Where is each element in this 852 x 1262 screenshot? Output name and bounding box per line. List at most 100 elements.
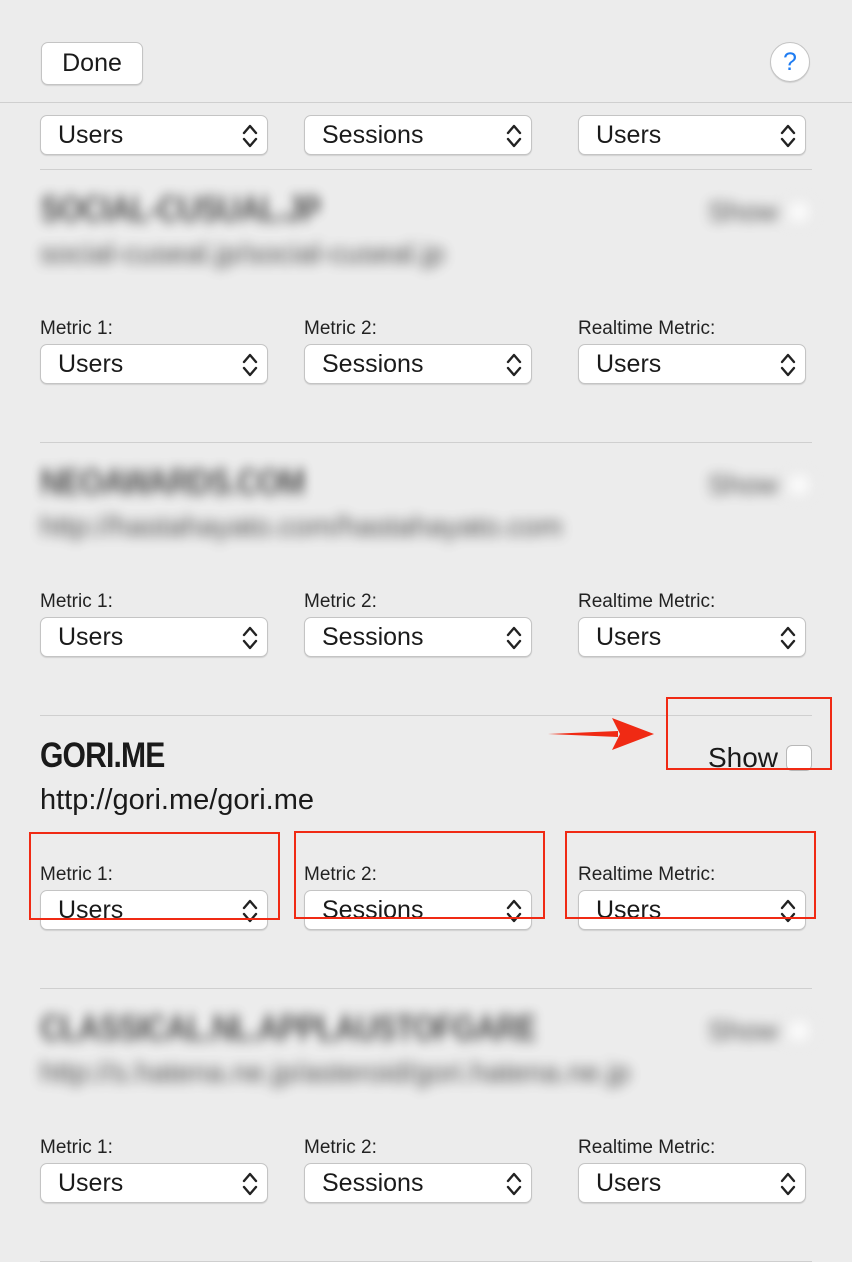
show-toggle[interactable]: Show [708, 196, 812, 228]
metric2-select[interactable]: Sessions [304, 617, 532, 657]
realtime-label: Realtime Metric: [578, 1137, 716, 1158]
help-button[interactable]: ? [770, 42, 810, 82]
chevron-updown-icon [242, 626, 258, 650]
metric1-value: Users [58, 896, 124, 924]
site-list: Users Sessions Users SOCIAL-CUSUAL.JP so… [0, 103, 852, 1262]
metric1-select[interactable]: Users [40, 890, 268, 930]
show-checkbox[interactable] [786, 745, 812, 771]
show-label: Show [707, 742, 778, 773]
metric1-label: Metric 1: [40, 1137, 113, 1158]
metric1-label: Metric 1: [40, 591, 113, 612]
site-header: SOCIAL-CUSUAL.JP social-cuseal.jp/social… [0, 190, 852, 316]
sites-container: SOCIAL-CUSUAL.JP social-cuseal.jp/social… [0, 190, 852, 1262]
site-section: NEOAWARDS.COM http://hastahayato.com/has… [0, 463, 852, 716]
chevron-updown-icon [506, 626, 522, 650]
realtime-label: Realtime Metric: [578, 318, 716, 339]
show-checkbox[interactable] [786, 472, 812, 498]
realtime-select[interactable]: Users [578, 115, 806, 155]
show-label: Show [707, 1015, 778, 1046]
site-section: GORI.ME http://gori.me/gori.me Show Metr… [0, 736, 852, 989]
site-header: CLASSICAL.NL.APPLAUSTOFGARE http://s.hat… [0, 1009, 852, 1135]
chevron-updown-icon [242, 899, 258, 923]
metric1-select[interactable]: Users [40, 344, 268, 384]
site-name: SOCIAL-CUSUAL.JP [40, 190, 321, 229]
realtime-group: Realtime Metric: Users [578, 862, 806, 930]
metric2-group: Sessions [304, 113, 532, 155]
chevron-updown-icon [780, 1172, 796, 1196]
realtime-value: Users [596, 896, 662, 924]
site-section: SOCIAL-CUSUAL.JP social-cuseal.jp/social… [0, 190, 852, 443]
metric2-select[interactable]: Sessions [304, 344, 532, 384]
metric2-select[interactable]: Sessions [304, 890, 532, 930]
realtime-select[interactable]: Users [578, 617, 806, 657]
red-arrow-icon [548, 718, 654, 750]
site-name: NEOAWARDS.COM [40, 463, 306, 502]
realtime-select[interactable]: Users [578, 890, 806, 930]
chevron-updown-icon [780, 124, 796, 148]
metric1-select[interactable]: Users [40, 1163, 268, 1203]
metrics-row: Metric 1: Users Metric 2: Sessions Realt… [40, 862, 812, 989]
metric1-label: Metric 1: [40, 864, 113, 885]
realtime-select[interactable]: Users [578, 344, 806, 384]
site-url: social-cuseal.jp/social-cuseal.jp [40, 238, 445, 270]
metric1-value: Users [58, 1169, 124, 1197]
show-toggle[interactable]: Show [708, 742, 812, 774]
metric2-label: Metric 2: [304, 318, 377, 339]
metric2-label: Metric 2: [304, 591, 377, 612]
metric2-value: Sessions [322, 121, 424, 149]
realtime-group: Realtime Metric: Users [578, 1135, 806, 1203]
metric2-group: Metric 2: Sessions [304, 589, 532, 657]
metric2-select[interactable]: Sessions [304, 1163, 532, 1203]
show-label: Show [707, 196, 778, 227]
chevron-updown-icon [242, 353, 258, 377]
metric1-value: Users [58, 350, 124, 378]
metric1-select[interactable]: Users [40, 617, 268, 657]
realtime-group: Users [578, 113, 806, 155]
chevron-updown-icon [506, 899, 522, 923]
realtime-value: Users [596, 350, 662, 378]
realtime-select[interactable]: Users [578, 1163, 806, 1203]
metric1-select[interactable]: Users [40, 115, 268, 155]
metric2-label: Metric 2: [304, 1137, 377, 1158]
show-label: Show [707, 469, 778, 500]
metric1-value: Users [58, 623, 124, 651]
realtime-group: Realtime Metric: Users [578, 316, 806, 384]
metric1-group: Metric 1: Users [40, 862, 268, 930]
chevron-updown-icon [780, 899, 796, 923]
realtime-value: Users [596, 1169, 662, 1197]
show-toggle[interactable]: Show [708, 469, 812, 501]
site-section: CLASSICAL.NL.APPLAUSTOFGARE http://s.hat… [0, 1009, 852, 1262]
site-name: GORI.ME [40, 736, 165, 775]
site-header: NEOAWARDS.COM http://hastahayato.com/has… [0, 463, 852, 589]
metric1-group: Metric 1: Users [40, 316, 268, 384]
site-url: http://s.hatena.ne.jp/asteroid/gori.hate… [40, 1057, 631, 1089]
metrics-row: Metric 1: Users Metric 2: Sessions Realt… [40, 316, 812, 443]
chevron-updown-icon [242, 124, 258, 148]
chevron-updown-icon [506, 353, 522, 377]
metric2-group: Metric 2: Sessions [304, 862, 532, 930]
metric2-group: Metric 2: Sessions [304, 316, 532, 384]
metrics-row: Metric 1: Users Metric 2: Sessions Realt… [40, 1135, 812, 1262]
metric2-value: Sessions [322, 896, 424, 924]
metric2-value: Sessions [322, 350, 424, 378]
realtime-value: Users [596, 623, 662, 651]
toolbar: Done ? [0, 0, 852, 103]
metric1-value: Users [58, 121, 124, 149]
show-checkbox[interactable] [786, 199, 812, 225]
realtime-label: Realtime Metric: [578, 864, 716, 885]
metric1-group: Metric 1: Users [40, 1135, 268, 1203]
done-button[interactable]: Done [41, 42, 143, 85]
metric2-select[interactable]: Sessions [304, 115, 532, 155]
show-checkbox[interactable] [786, 1018, 812, 1044]
realtime-label: Realtime Metric: [578, 591, 716, 612]
metric2-value: Sessions [322, 623, 424, 651]
chevron-updown-icon [242, 1172, 258, 1196]
metric2-label: Metric 2: [304, 864, 377, 885]
chevron-updown-icon [780, 353, 796, 377]
site-url: http://hastahayato.com/hastahayato.com [40, 511, 563, 543]
metric1-label: Metric 1: [40, 318, 113, 339]
site-url: http://gori.me/gori.me [40, 784, 314, 816]
metric2-group: Metric 2: Sessions [304, 1135, 532, 1203]
metric2-value: Sessions [322, 1169, 424, 1197]
show-toggle[interactable]: Show [708, 1015, 812, 1047]
